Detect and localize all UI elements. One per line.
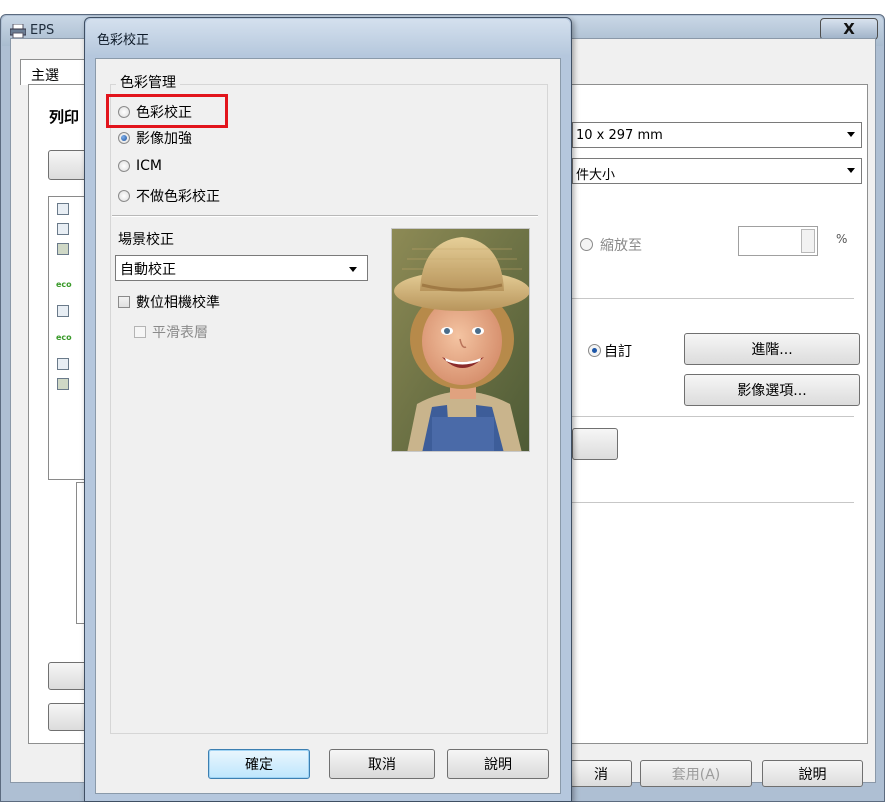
color-management-label: 色彩管理 [116,72,180,92]
photo-icon [57,378,69,390]
background-help-button[interactable]: 說明 [762,760,863,787]
smooth-surface-label: 平滑表層 [152,325,208,341]
digital-camera-calibration-option[interactable]: 數位相機校準 [118,292,220,312]
highlight-box [106,94,228,128]
divider [572,298,854,299]
numbered-pages-icon [57,305,69,317]
doc-icon [57,203,69,215]
eco-icon: eco [56,280,72,289]
preview-photo [391,228,530,452]
chevron-down-icon [349,267,357,272]
photo-icon [57,243,69,255]
help-button[interactable]: 說明 [447,749,549,779]
eco-icon: eco [56,333,72,342]
scale-percent-input[interactable] [738,226,818,256]
no-color-correction-option[interactable]: 不做色彩校正 [118,186,220,206]
paper-size-select[interactable]: 10 x 297 mm [572,122,862,148]
chevron-down-icon [847,168,855,173]
image-options-button[interactable]: 影像選項... [684,374,860,406]
close-icon: X [843,20,855,38]
doc-icon [57,358,69,370]
divider [572,502,854,503]
scale-label: 縮放至 [600,238,642,254]
image-enhance-label: 影像加強 [136,131,192,147]
no-color-correction-radio[interactable] [118,190,130,202]
apply-button[interactable]: 套用(A) [640,760,752,787]
printer-icon [10,24,26,38]
no-color-correction-label: 不做色彩校正 [136,189,220,205]
print-section-label: 列印 [49,108,80,126]
icm-label: ICM [136,158,162,174]
custom-radio[interactable] [588,344,601,357]
percent-label: % [836,232,848,246]
dialog-titlebar[interactable]: 色彩校正 [86,19,570,55]
output-paper-select[interactable]: 件大小 [572,158,862,184]
cancel-button[interactable]: 取消 [329,749,435,779]
ok-button[interactable]: 確定 [208,749,310,779]
digital-camera-calibration-checkbox[interactable] [118,296,130,308]
scene-correction-label: 場景校正 [118,232,174,248]
divider [572,416,854,417]
doc-icon [57,223,69,235]
output-paper-value: 件大小 [576,168,616,183]
icm-option[interactable]: ICM [118,158,162,174]
scene-correction-value: 自動校正 [120,262,176,278]
scale-radio[interactable] [580,238,593,251]
advanced-button[interactable]: 進階... [684,333,860,365]
icm-radio[interactable] [118,160,130,172]
custom-label: 自訂 [604,344,632,360]
background-cancel-button[interactable]: 消 [570,760,632,787]
child-photo-image [392,229,529,451]
chevron-down-icon [847,132,855,137]
smooth-surface-checkbox [134,326,146,338]
close-button[interactable]: X [820,18,878,40]
scene-correction-select[interactable]: 自動校正 [115,255,368,281]
image-enhance-radio[interactable] [118,132,130,144]
paper-size-value: 10 x 297 mm [576,128,663,143]
divider [112,215,538,216]
background-window-title: EPS [30,23,55,38]
dialog-title: 色彩校正 [97,33,150,48]
digital-camera-calibration-label: 數位相機校準 [136,295,220,311]
background-button[interactable] [572,428,618,460]
smooth-surface-option: 平滑表層 [134,322,208,342]
image-enhance-option[interactable]: 影像加強 [118,128,192,148]
spinner-icon[interactable] [801,229,815,253]
